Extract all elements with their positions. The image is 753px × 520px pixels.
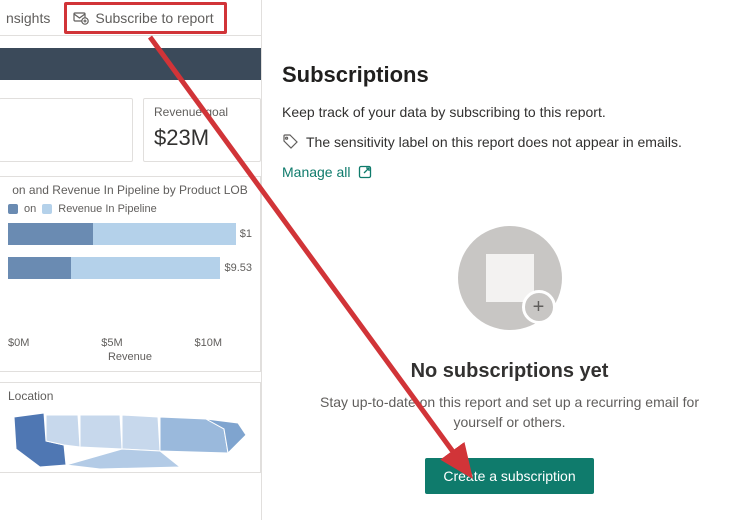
sensitivity-row: The sensitivity label on this report doe… — [282, 134, 737, 150]
kpi-cards-row: Revenue goal $23M — [0, 98, 261, 162]
map-panel[interactable]: Location — [0, 382, 261, 473]
subscriptions-panel: Subscriptions Keep track of your data by… — [262, 0, 753, 520]
empty-state-desc: Stay up-to-date on this report and set u… — [312, 393, 707, 432]
create-subscription-button[interactable]: Create a subscription — [425, 458, 593, 494]
legend-label-pipeline: Revenue In Pipeline — [58, 203, 156, 215]
manage-all-link[interactable]: Manage all — [282, 164, 373, 180]
bar-row-0-label: $1 — [240, 228, 252, 240]
report-header-band — [0, 48, 261, 80]
bar-chart-legend: on Revenue In Pipeline — [8, 203, 252, 215]
subscribe-label: Subscribe to report — [95, 10, 213, 26]
x-tick-0: $0M — [8, 337, 29, 349]
insights-label: nsights — [6, 10, 50, 26]
plus-icon: + — [522, 290, 556, 324]
subscribe-to-report-button[interactable]: Subscribe to report — [64, 2, 226, 34]
bar-chart-panel[interactable]: on and Revenue In Pipeline by Product LO… — [0, 176, 261, 372]
empty-state-title: No subscriptions yet — [312, 360, 707, 383]
legend-label-won: on — [24, 203, 36, 215]
bar-row-1-label: $9.53 — [224, 262, 252, 274]
report-toolbar: nsights Subscribe to report — [0, 0, 261, 36]
bar-chart-x-ticks: $0M $5M $10M — [8, 337, 252, 349]
sensitivity-text: The sensitivity label on this report doe… — [306, 134, 682, 150]
manage-all-label: Manage all — [282, 164, 351, 180]
x-tick-1: $5M — [101, 337, 122, 349]
map-title: Location — [8, 389, 252, 403]
report-area: nsights Subscribe to report Revenue goal… — [0, 0, 262, 520]
tag-icon — [282, 134, 298, 150]
kpi-card-title: Revenue goal — [154, 105, 250, 119]
legend-swatch-won — [8, 204, 18, 214]
empty-state-graphic: + — [458, 226, 562, 330]
legend-swatch-pipeline — [42, 204, 52, 214]
empty-state: + No subscriptions yet Stay up-to-date o… — [282, 226, 737, 494]
bar-chart-x-label: Revenue — [8, 351, 252, 363]
subscribe-icon — [73, 10, 89, 26]
panel-heading: Subscriptions — [282, 62, 737, 88]
bar-chart-title: on and Revenue In Pipeline by Product LO… — [8, 183, 252, 197]
kpi-card-value: $23M — [154, 125, 250, 151]
external-link-icon — [357, 164, 373, 180]
kpi-card-revenue-goal[interactable]: Revenue goal $23M — [143, 98, 261, 162]
bar-chart-bars: $1 $9.53 — [8, 223, 252, 333]
insights-tab[interactable]: nsights — [6, 10, 50, 26]
x-tick-2: $10M — [194, 337, 222, 349]
bar-row-1: $9.53 — [8, 257, 252, 279]
panel-subheading: Keep track of your data by subscribing t… — [282, 104, 737, 120]
bar-row-0: $1 — [8, 223, 252, 245]
kpi-card-blank — [0, 98, 133, 162]
map-usa — [8, 409, 252, 469]
